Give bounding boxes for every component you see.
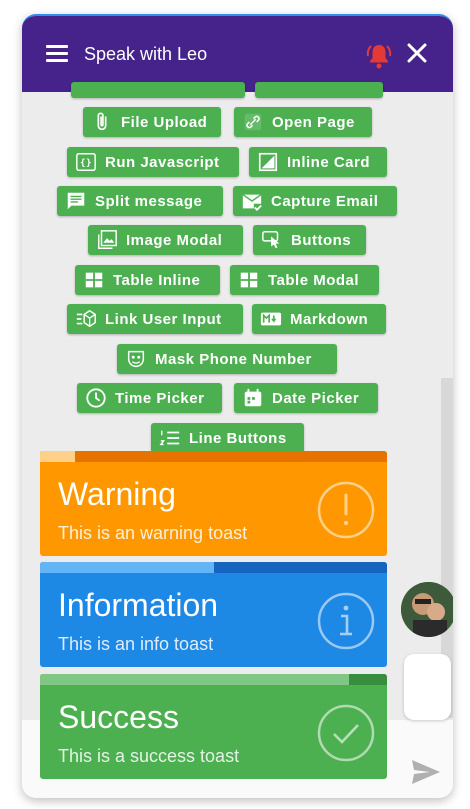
link-input-icon bbox=[75, 308, 97, 330]
toast-progress-bar bbox=[40, 674, 387, 685]
svg-text:{}: {} bbox=[80, 158, 92, 169]
chip-open-page[interactable]: Open Page bbox=[234, 107, 372, 137]
bell-ringing-icon[interactable] bbox=[366, 42, 392, 70]
chip-markdown[interactable]: Markdown bbox=[252, 304, 386, 334]
chip-run-javascript[interactable]: {} Run Javascript bbox=[67, 147, 239, 177]
send-icon[interactable] bbox=[410, 758, 442, 786]
check-circle-icon bbox=[317, 704, 375, 762]
chip-capture-email[interactable]: Capture Email bbox=[233, 186, 397, 216]
calendar-icon bbox=[242, 387, 264, 409]
toast-warning[interactable]: Warning This is an warning toast bbox=[40, 451, 387, 556]
chip-buttons[interactable]: Buttons bbox=[253, 225, 366, 255]
chip-table-inline[interactable]: Table Inline bbox=[75, 265, 220, 295]
chip-file-upload[interactable]: File Upload bbox=[83, 107, 221, 137]
markdown-icon bbox=[260, 308, 282, 330]
toast-title: Success bbox=[58, 699, 179, 735]
exclamation-circle-icon bbox=[317, 481, 375, 539]
toast-progress-bar bbox=[40, 562, 387, 573]
table-icon bbox=[238, 269, 260, 291]
touch-button-icon bbox=[261, 229, 283, 251]
chip-split-message[interactable]: Split message bbox=[57, 186, 223, 216]
chip-inline-card[interactable]: Inline Card bbox=[249, 147, 387, 177]
message-bubble bbox=[404, 654, 451, 720]
inline-card-icon bbox=[257, 151, 279, 173]
toast-message: This is an warning toast bbox=[58, 523, 248, 543]
chip-table-modal[interactable]: Table Modal bbox=[230, 265, 379, 295]
close-icon[interactable] bbox=[405, 41, 429, 65]
link-icon bbox=[242, 111, 264, 133]
info-circle-icon bbox=[317, 592, 375, 650]
chip-link-user-input[interactable]: Link User Input bbox=[67, 304, 243, 334]
toast-progress-bar bbox=[40, 451, 387, 462]
mask-icon bbox=[125, 348, 147, 370]
chip-date-picker[interactable]: Date Picker bbox=[234, 383, 378, 413]
chip-image-modal[interactable]: Image Modal bbox=[88, 225, 243, 255]
image-icon bbox=[96, 229, 118, 251]
agent-avatar bbox=[401, 582, 453, 637]
list-numbered-icon bbox=[159, 427, 181, 449]
toast-title: Information bbox=[58, 587, 219, 623]
toast-success[interactable]: Success This is a success toast bbox=[40, 674, 387, 779]
chip-time-picker[interactable]: Time Picker bbox=[77, 383, 222, 413]
toast-message: This is a success toast bbox=[58, 746, 240, 766]
chip-line-buttons[interactable]: Line Buttons bbox=[151, 423, 304, 453]
chip-partial-right[interactable] bbox=[255, 82, 383, 98]
email-check-icon bbox=[241, 190, 263, 212]
chat-title: Speak with Leo bbox=[84, 44, 208, 64]
toast-title: Warning bbox=[58, 476, 176, 512]
toast-info[interactable]: Information This is an info toast bbox=[40, 562, 387, 667]
menu-icon[interactable] bbox=[46, 45, 68, 62]
chat-header: Speak with Leo bbox=[22, 16, 453, 92]
toast-message: This is an info toast bbox=[58, 634, 214, 654]
message-icon bbox=[65, 190, 87, 212]
chip-partial-left[interactable] bbox=[71, 82, 245, 98]
table-icon bbox=[83, 269, 105, 291]
code-braces-icon: {} bbox=[75, 151, 97, 173]
chip-mask-phone-number[interactable]: Mask Phone Number bbox=[117, 344, 337, 374]
paperclip-icon bbox=[91, 111, 113, 133]
clock-icon bbox=[85, 387, 107, 409]
